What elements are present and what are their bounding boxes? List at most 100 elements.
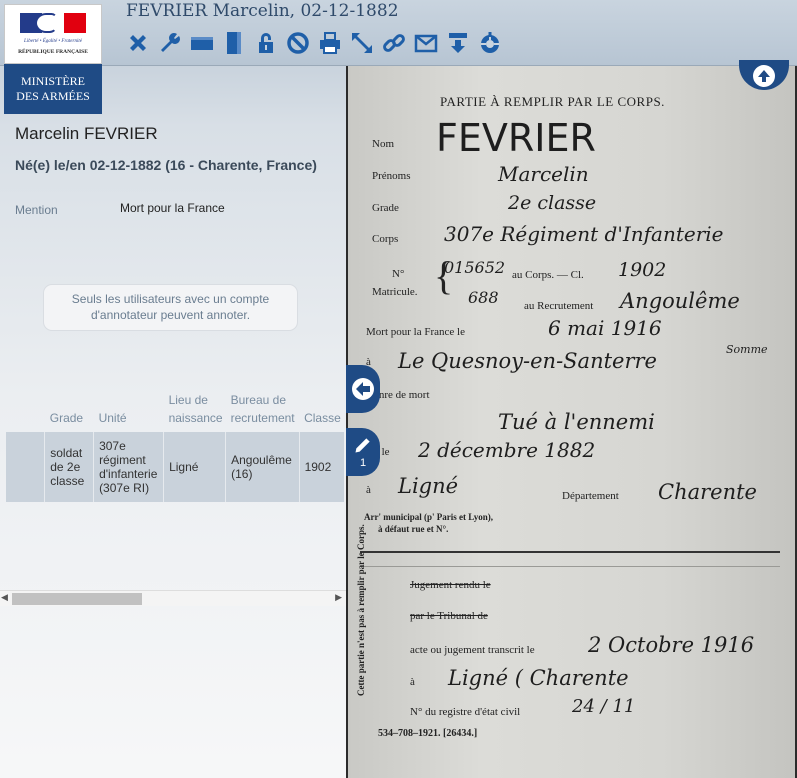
record-panel: Marcelin FEVRIER Né(e) le/en 02-12-1882 … (0, 66, 346, 778)
arrow-up-icon (753, 65, 775, 87)
doc-label-matricule: Matricule. (372, 286, 418, 298)
doc-label-jugement: Jugement rendu le (410, 579, 491, 591)
ministry-line-2: DES ARMÉES (16, 89, 90, 103)
column-header-bureau[interactable]: Bureau de recrutement (226, 388, 299, 432)
marianne-logo: Liberté • Égalité • Fraternité RÉPUBLIQU… (4, 4, 102, 64)
doc-hw-recrutement: Angoulême (620, 289, 740, 313)
doc-hw-lieu-naissance: Ligné (398, 474, 459, 498)
column-header-unite[interactable]: Unité (94, 388, 164, 432)
annotation-notice: Seuls les utilisateurs avec un compte d'… (43, 284, 298, 331)
toolbar (125, 30, 503, 58)
settings-button[interactable] (157, 30, 183, 56)
fullscreen-icon (352, 33, 372, 53)
arrow-left-icon (352, 378, 374, 400)
annotations-button[interactable]: 1 (346, 428, 380, 476)
doc-hw-grade: 2e classe (508, 192, 597, 214)
close-icon (130, 35, 146, 51)
doc-separator (360, 551, 780, 553)
scroll-right-icon[interactable]: ▶ (335, 592, 342, 603)
table-cell-unite: 307e régiment d'infanterie (307e RI) (93, 432, 164, 502)
doc-label-mort-pour: Mort pour la France le (366, 326, 465, 338)
doc-hw-genre: Tué à l'ennemi (498, 410, 655, 434)
doc-label-grade: Grade (372, 202, 399, 214)
doc-label-no: N° (392, 268, 405, 280)
download-icon (449, 33, 467, 53)
doc-hw-registre: 24 / 11 (572, 696, 636, 717)
marianne-icon (35, 13, 57, 33)
service-table-container[interactable]: Grade Unité Lieu de naissance Bureau de … (6, 388, 344, 504)
doc-hw-lieu-transcrit: Ligné ( Charente (448, 666, 629, 690)
link-button[interactable] (381, 30, 407, 56)
column-header-grade[interactable]: Grade (45, 388, 94, 432)
column-header-classe[interactable]: Classe (299, 388, 344, 432)
mail-button[interactable] (413, 30, 439, 56)
ministry-line-1: MINISTÈRE (21, 74, 85, 88)
page-title: FEVRIER Marcelin, 02-12-1882 (126, 1, 399, 21)
scanned-document: PARTIE À REMPLIR PAR LE CORPS. Nom FEVRI… (348, 66, 795, 778)
fullscreen-button[interactable] (349, 30, 375, 56)
person-name: Marcelin FEVRIER (15, 124, 158, 143)
print-button[interactable] (317, 30, 343, 56)
horizontal-fit-icon (191, 37, 213, 50)
doc-hw-corps: 307e Régiment d'Infanterie (444, 222, 724, 246)
doc-hw-classe: 1902 (618, 259, 667, 281)
doc-hw-no: 015652 (444, 258, 506, 277)
doc-header: PARTIE À REMPLIR PAR LE CORPS. (440, 94, 665, 109)
doc-label-arr-2: à défaut rue et N°. (378, 524, 449, 534)
birth-info: Né(e) le/en 02-12-1882 (16 - Charente, F… (15, 157, 317, 173)
doc-label-registre: N° du registre d'état civil (410, 706, 521, 718)
annotation-count: 1 (359, 457, 367, 469)
doc-label-prenoms: Prénoms (372, 170, 411, 182)
lock-button[interactable] (253, 30, 279, 56)
doc-hw-departement: Charente (658, 480, 757, 504)
doc-label-au-corps: au Corps. — Cl. (512, 269, 584, 281)
doc-hw-transcrit: 2 Octobre 1916 (588, 633, 755, 657)
column-header-blank (6, 388, 45, 432)
collapse-panel-button[interactable] (346, 365, 380, 413)
download-button[interactable] (445, 30, 471, 56)
table-cell-lieu: Ligné (163, 432, 226, 502)
vertical-fit-icon (227, 32, 241, 54)
logo-republique: RÉPUBLIQUE FRANÇAISE (18, 49, 88, 55)
doc-footer: 534–708–1921. [26434.] (378, 728, 478, 739)
table-row[interactable]: soldat de 2e classe 307e régiment d'infa… (6, 432, 344, 502)
doc-label-tribunal: par le Tribunal de (410, 610, 488, 622)
doc-hw-nom: FEVRIER (436, 116, 596, 160)
document-viewer[interactable]: PARTIE À REMPLIR PAR LE CORPS. Nom FEVRI… (346, 66, 797, 778)
doc-rule (360, 566, 780, 567)
forbidden-icon (287, 32, 309, 54)
fit-width-button[interactable] (189, 30, 215, 56)
help-button[interactable] (477, 30, 503, 56)
wrench-icon (161, 33, 180, 52)
column-header-lieu[interactable]: Lieu de naissance (164, 388, 226, 432)
print-icon (320, 32, 340, 54)
doc-label-a-2: à (366, 484, 371, 496)
table-cell (6, 432, 45, 502)
scroll-left-icon[interactable]: ◀ (1, 592, 8, 603)
doc-label-arr: Arr' municipal (p' Paris et Lyon), (364, 512, 493, 522)
table-header-row: Grade Unité Lieu de naissance Bureau de … (6, 388, 344, 432)
close-button[interactable] (125, 30, 151, 56)
mention-label: Mention (15, 203, 58, 217)
ministry-label: MINISTÈRE DES ARMÉES (4, 64, 102, 114)
link-icon (383, 34, 405, 52)
doc-hw-prenom: Marcelin (498, 162, 589, 186)
horizontal-scrollbar[interactable]: ◀ ▶ (0, 590, 346, 606)
doc-label-acte: acte ou jugement transcrit le (410, 644, 535, 656)
doc-hw-lieu-mort: Le Quesnoy-en-Santerre (398, 349, 657, 373)
doc-label-au-recrutement: au Recrutement (524, 300, 594, 312)
table-cell-grade: soldat de 2e classe (44, 432, 94, 502)
mention-value: Mort pour la France (120, 201, 225, 215)
doc-hw-date-mort: 6 mai 1916 (548, 316, 662, 340)
doc-hw-lieu-mort-sup: Somme (726, 343, 768, 356)
fit-height-button[interactable] (221, 30, 247, 56)
scrollbar-thumb[interactable] (12, 593, 142, 605)
doc-label-a-3: à (410, 676, 415, 688)
doc-label-corps: Corps (372, 233, 399, 245)
doc-hw-matricule: 688 (468, 288, 499, 307)
doc-vertical-note: Cette partie n'est pas à remplir par le … (356, 524, 366, 696)
block-button[interactable] (285, 30, 311, 56)
lifebuoy-icon (481, 32, 499, 53)
table-cell-bureau: Angoulême (16) (225, 432, 300, 502)
doc-label-nom: Nom (372, 138, 394, 150)
